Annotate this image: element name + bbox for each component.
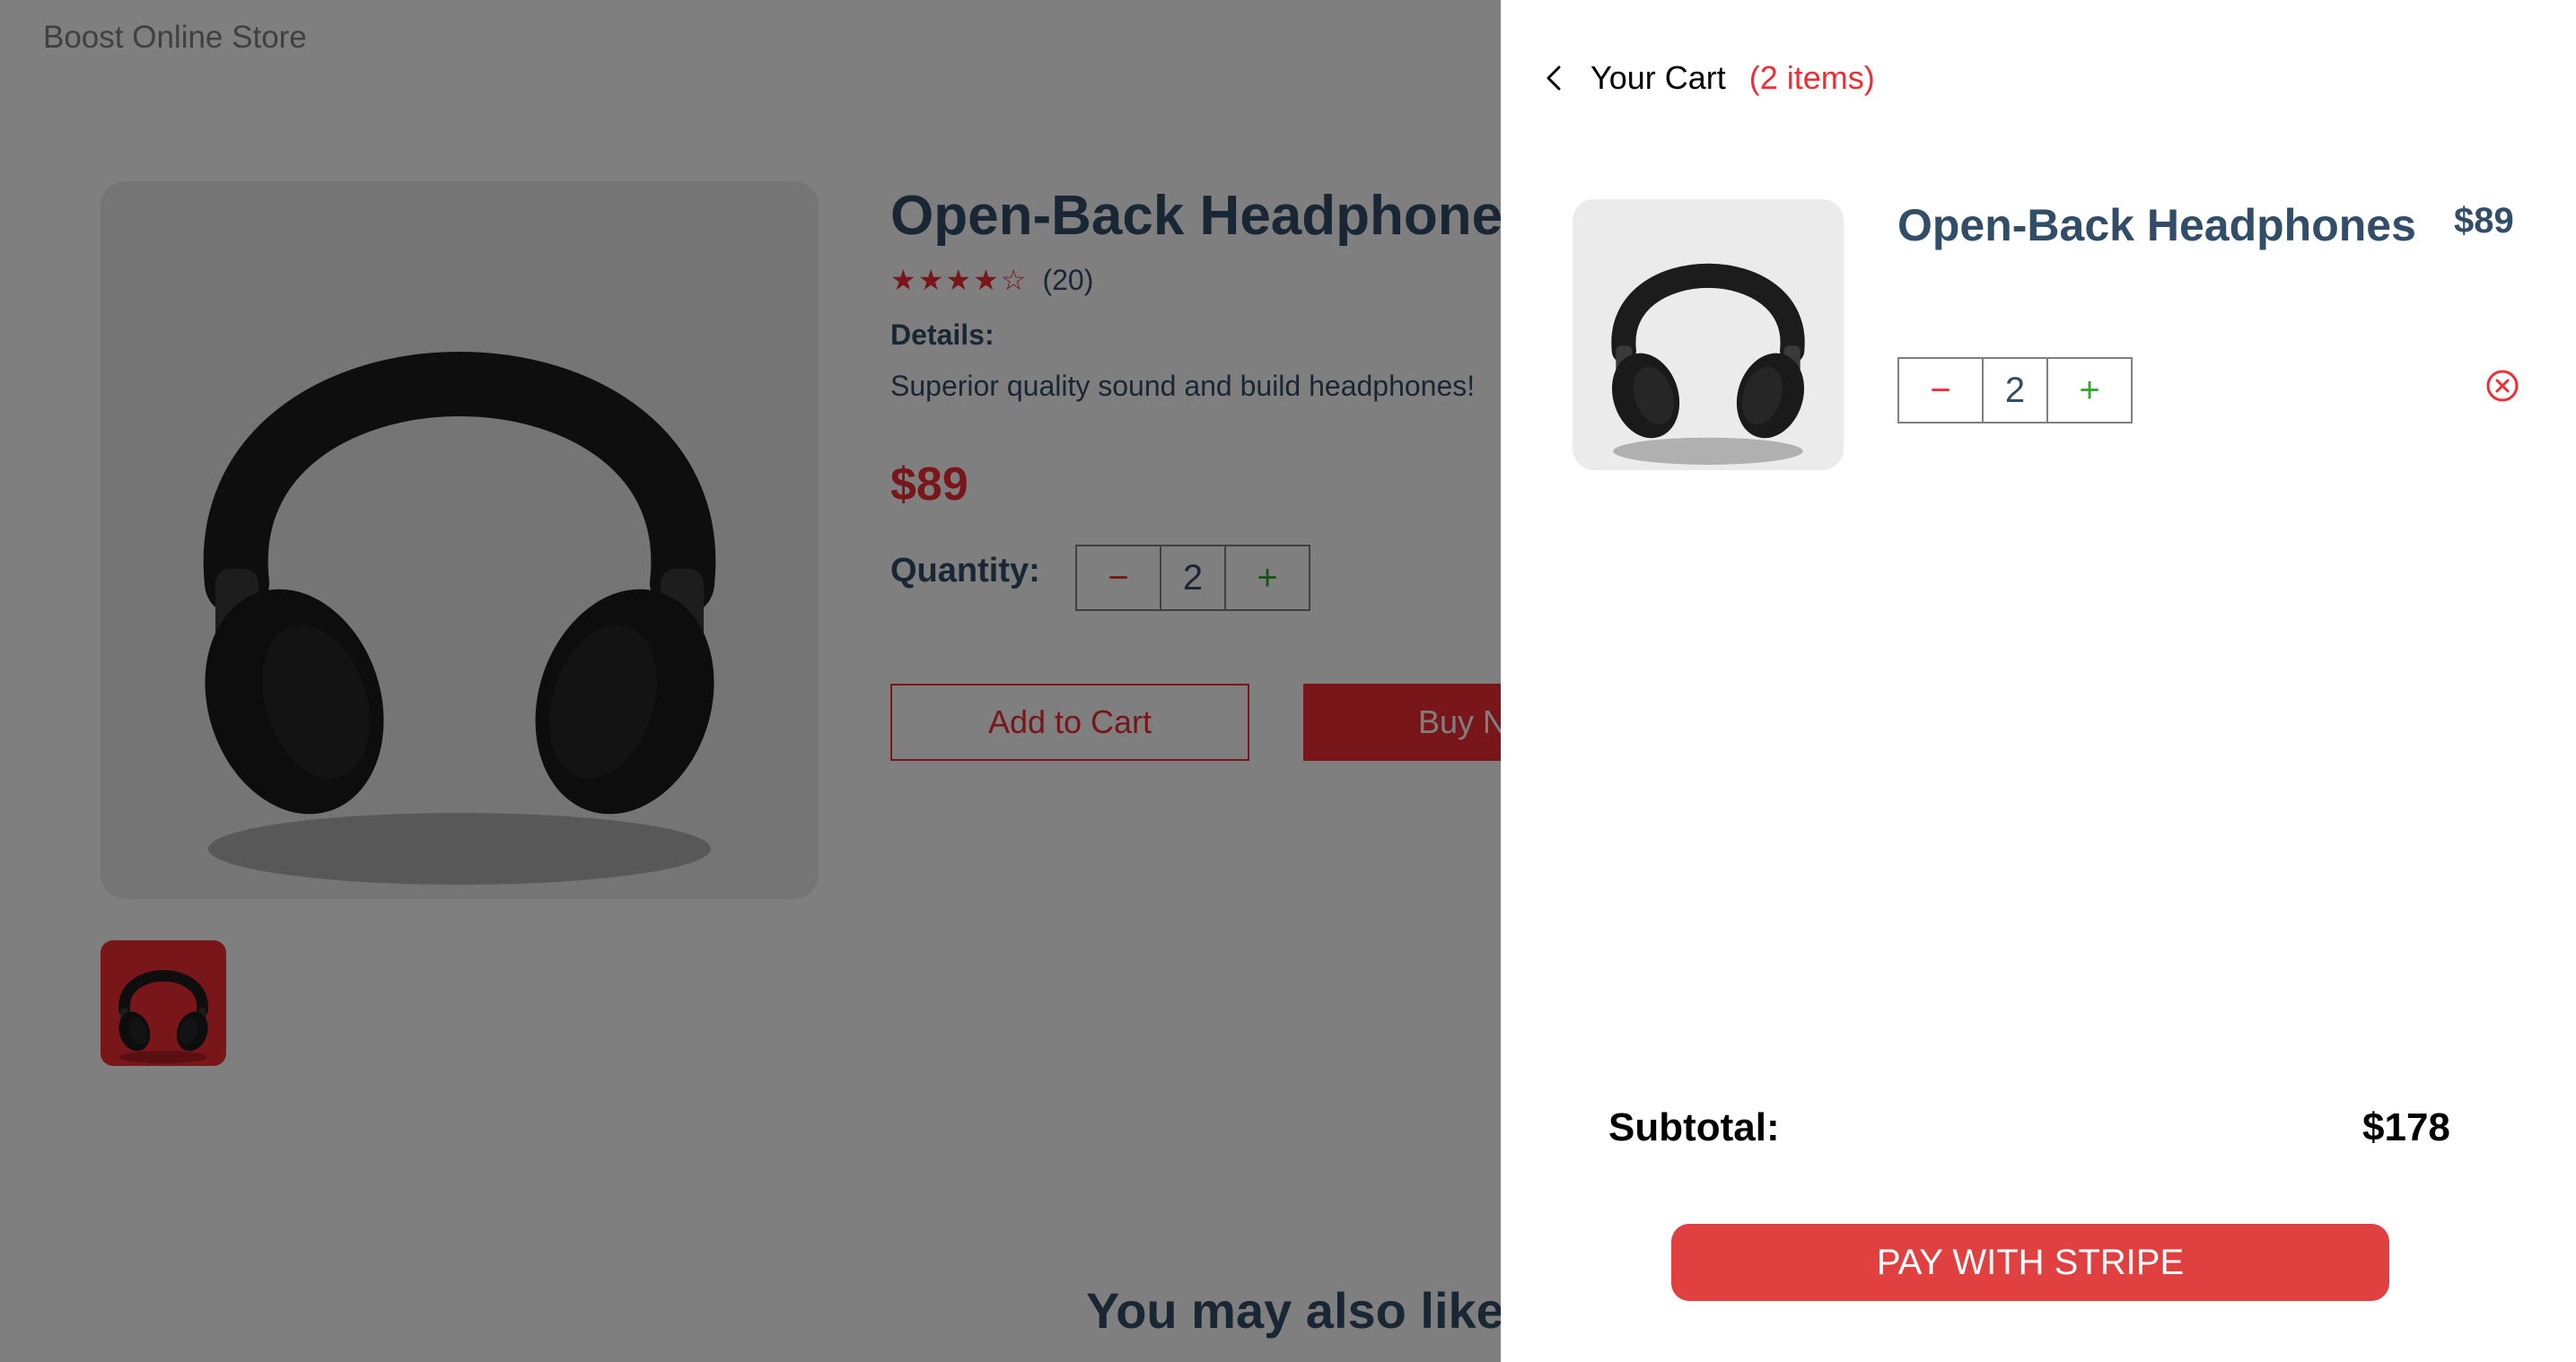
cart-item-price: $89	[2454, 201, 2514, 240]
cart-title: Your Cart	[1590, 59, 1726, 96]
subtotal-value: $178	[2362, 1105, 2450, 1149]
headphones-image	[1573, 199, 1844, 470]
cart-item-count: (2 items)	[1748, 59, 1875, 96]
cart-quantity-value: 2	[1982, 359, 2048, 422]
cart-drawer: Your Cart (2 items) Open-Back Headphones…	[1501, 0, 2576, 1362]
cart-decrease-quantity-button[interactable]: −	[1899, 359, 1982, 422]
chevron-left-icon[interactable]	[1537, 60, 1573, 96]
cart-item-name: Open-Back Headphones	[1897, 200, 2416, 250]
cart-increase-quantity-button[interactable]: +	[2048, 359, 2131, 422]
cart-quantity-stepper: − 2 +	[1897, 357, 2133, 423]
cart-item-image	[1573, 199, 1844, 470]
cart-header[interactable]: Your Cart (2 items)	[1537, 59, 1875, 97]
subtotal-label: Subtotal:	[1608, 1105, 1780, 1149]
pay-with-stripe-button[interactable]: PAY WITH STRIPE	[1671, 1224, 2389, 1301]
remove-circle-icon[interactable]	[2484, 368, 2520, 404]
